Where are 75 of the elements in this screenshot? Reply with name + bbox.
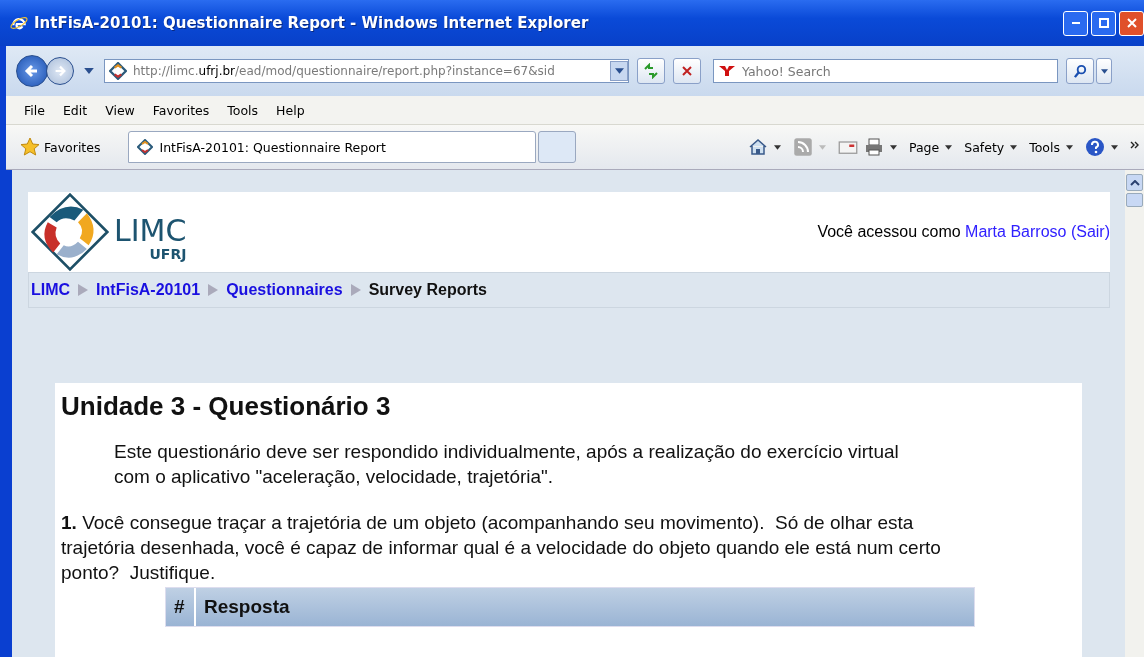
user-link[interactable]: Marta Barroso [965, 223, 1067, 240]
column-header: Resposta [203, 595, 290, 620]
parenthesis: ( [1070, 223, 1077, 240]
separator-icon [78, 284, 89, 296]
favorites-button[interactable]: Favorites [40, 139, 105, 155]
caret-icon[interactable] [773, 144, 781, 150]
dropdown-icon[interactable] [84, 68, 94, 74]
caret-icon[interactable] [1111, 144, 1118, 150]
browser-logo-icon [10, 14, 28, 32]
login-text: Você acessou como [817, 223, 961, 240]
parenthesis: ) [1104, 223, 1110, 240]
caret-icon[interactable] [889, 144, 897, 150]
menu-item[interactable]: View [105, 102, 135, 118]
tab-title: IntFisA-20101: Questionnaire Report [159, 139, 386, 155]
forward-button[interactable] [46, 57, 74, 85]
separator-icon [350, 284, 361, 296]
question-text: 1. Você consegue traçar a trajetória de um objeto (acompanhando seu movimento). Só de olhar esta trajetória desenhada, você é capaz de informar qual é a velocidade do objeto quando ele está num certo ponto? Justifique. [61, 511, 942, 585]
minimize-icon [1071, 22, 1080, 24]
breadcrumb-link[interactable]: LIMC [31, 281, 71, 299]
url-text: ufrj.br [198, 64, 235, 78]
search-provider-icon [719, 65, 735, 77]
forward-arrow-icon [53, 64, 67, 78]
breadcrumb-link[interactable]: Questionnaires [226, 281, 343, 299]
scroll-thumb[interactable] [1126, 193, 1143, 207]
logout-link[interactable]: Sair [1076, 223, 1105, 240]
intro-text: Este questionário deve ser respondido individualmente, após a realização do exercício virtual com o aplicativo "aceleração, velocidade, trajetória". [114, 440, 900, 489]
address-field[interactable]: http://limc.ufrj.br/ead/mod/questionnaire/report.php?instance=67&sid [104, 59, 629, 83]
site-icon [137, 139, 154, 155]
minimize-button[interactable] [1063, 10, 1088, 36]
refresh-button[interactable] [637, 58, 665, 84]
maximize-icon [1098, 18, 1109, 28]
column-header: # [166, 588, 196, 627]
close-icon [1126, 18, 1137, 28]
chevron-icon[interactable] [1130, 141, 1140, 149]
menu-item[interactable]: Edit [62, 102, 88, 118]
stop-button[interactable] [673, 58, 701, 84]
menu-item[interactable]: Help [276, 102, 305, 118]
refresh-icon [643, 63, 659, 79]
url-text: http://limc. [133, 64, 199, 78]
breadcrumb-current: Survey Reports [368, 281, 487, 299]
menu-item[interactable]: Tools [227, 102, 259, 118]
page-heading: Unidade 3 - Questionário 3 [61, 391, 392, 422]
caret-icon[interactable] [1010, 144, 1018, 150]
site-icon [109, 62, 127, 80]
caret-icon [614, 68, 624, 74]
printer-icon[interactable] [863, 137, 884, 157]
menu-item[interactable]: File [24, 102, 45, 118]
caret-icon[interactable] [1066, 144, 1073, 150]
browser-tab[interactable]: IntFisA-20101: Questionnaire Report [128, 131, 537, 163]
maximize-button[interactable] [1091, 10, 1116, 36]
caret-icon[interactable] [945, 144, 953, 150]
back-arrow-icon [24, 63, 40, 79]
breadcrumb-link[interactable]: IntFisA-20101 [96, 281, 201, 299]
search-options-button[interactable] [1096, 58, 1112, 84]
star-icon[interactable] [20, 137, 40, 157]
menu-item[interactable]: Favorites [152, 102, 210, 118]
url-text: /ead/mod/questionnaire/report.php?instance=67&sid [235, 64, 555, 78]
logo-subtitle: UFRJ [149, 246, 187, 262]
home-icon[interactable] [747, 137, 768, 157]
dropdown-button[interactable] [610, 61, 628, 81]
back-button[interactable] [16, 55, 48, 87]
search-button[interactable] [1066, 58, 1094, 84]
help-icon[interactable] [1085, 137, 1105, 157]
close-button[interactable] [1119, 10, 1144, 36]
command-menu[interactable]: Page [908, 139, 940, 155]
separator-icon [208, 284, 219, 296]
window-title: IntFisA-20101: Questionnaire Report - Windows Internet Explorer [34, 14, 590, 32]
stop-icon [681, 65, 693, 77]
command-menu[interactable]: Tools [1029, 139, 1060, 155]
logo-name: LIMC [114, 216, 187, 246]
search-field[interactable]: Yahoo! Search [713, 59, 1058, 83]
caret-icon [1100, 68, 1108, 74]
command-menu[interactable]: Safety [964, 139, 1005, 155]
scroll-up-button[interactable] [1126, 174, 1143, 191]
search-icon [1072, 63, 1088, 79]
